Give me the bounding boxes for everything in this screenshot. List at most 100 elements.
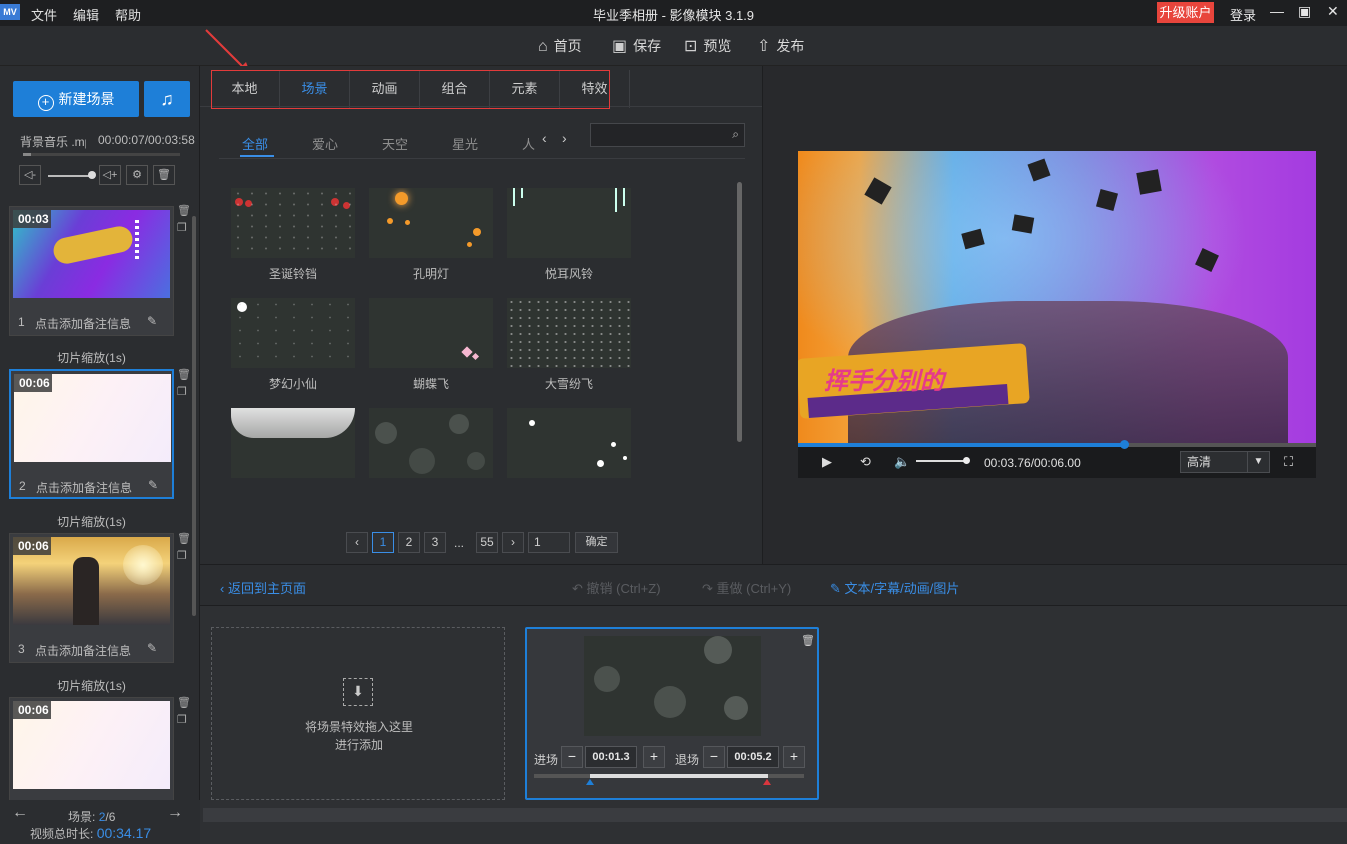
search-input[interactable]: ⌕ — [590, 123, 745, 147]
edit-icon[interactable]: ✎ — [147, 641, 157, 655]
new-scene-button[interactable]: + 新建场景 — [13, 81, 139, 117]
scene-card-2[interactable]: 00:06 2 点击添加备注信息 ✎ — [9, 369, 174, 499]
material-panel: 本地 场景 动画 组合 元素 特效 全部 爱心 天空 星光 人 ‹ › ⌕ 圣诞… — [200, 66, 762, 564]
home-icon: ⌂ — [538, 38, 548, 55]
fullscreen-icon[interactable]: ⛶ — [1284, 454, 1293, 470]
enter-time-input[interactable]: 00:01.3 — [585, 746, 637, 768]
copy-scene-icon[interactable]: ❐ — [177, 713, 187, 726]
back-home-link[interactable]: ‹ 返回到主页面 — [220, 578, 306, 597]
effect-drop-zone[interactable]: ⬇ 将场景特效拖入这里 进行添加 — [211, 627, 505, 800]
subtab-all[interactable]: 全部 — [242, 134, 268, 153]
exit-decrease-button[interactable]: − — [703, 746, 725, 768]
playback-progress[interactable] — [798, 440, 1316, 449]
delete-scene-icon[interactable]: 🗑 — [177, 532, 191, 545]
page-confirm-button[interactable]: 确定 — [575, 532, 618, 553]
scene-note[interactable]: 3 点击添加备注信息 ✎ — [10, 638, 175, 660]
edit-icon[interactable]: ✎ — [147, 314, 157, 328]
music-row: 背景音乐 .mp3 00:00:07/00:03:58 — [20, 133, 195, 150]
subtab-heart[interactable]: 爱心 — [312, 134, 338, 153]
trash-icon[interactable]: 🗑 — [153, 165, 175, 185]
scene-card-1[interactable]: 00:03 1 点击添加备注信息 ✎ — [9, 206, 174, 336]
exit-increase-button[interactable]: + — [783, 746, 805, 768]
maximize-icon[interactable]: ▣ — [1298, 3, 1311, 20]
music-progress[interactable] — [23, 153, 180, 156]
preview-video[interactable]: 挥手分别的 — [798, 151, 1316, 443]
redo-button[interactable]: ↷ 重做 (Ctrl+Y) — [702, 578, 791, 597]
preview-caption: 挥手分别的 — [824, 368, 944, 395]
arrow-right-icon[interactable]: → — [167, 804, 183, 822]
page-button-2[interactable]: 2 — [398, 532, 420, 553]
scene-note[interactable]: 1 点击添加备注信息 ✎ — [10, 311, 175, 333]
volume-icon[interactable]: 🔈 — [894, 454, 910, 470]
copy-scene-icon[interactable]: ❐ — [177, 549, 187, 562]
enter-decrease-button[interactable]: − — [561, 746, 583, 768]
player-volume-slider[interactable] — [916, 460, 968, 462]
exit-label: 退场 — [675, 753, 700, 767]
delete-scene-icon[interactable]: 🗑 — [177, 696, 191, 709]
player-controls: ▶ ⟲ 🔈 00:03.76/00:06.00 高清 ▼ ⛶ — [798, 440, 1316, 478]
close-icon[interactable]: ✕ — [1327, 3, 1339, 20]
subtab-sky[interactable]: 天空 — [382, 134, 408, 153]
scene-card-3[interactable]: 00:06 3 点击添加备注信息 ✎ — [9, 533, 174, 663]
page-prev-button[interactable]: ‹ — [346, 532, 368, 553]
scene-list-scrollbar[interactable] — [192, 216, 196, 616]
chevron-left-icon[interactable]: ‹ — [542, 130, 547, 146]
enter-increase-button[interactable]: + — [643, 746, 665, 768]
replay-icon[interactable]: ⟲ — [860, 454, 871, 470]
material-scrollbar[interactable] — [737, 182, 742, 442]
chevron-down-icon: ▼ — [1247, 452, 1269, 472]
enter-handle[interactable] — [586, 779, 594, 785]
transition-label[interactable]: 切片缩放(1s) — [9, 513, 174, 530]
subtab-people[interactable]: 人 — [522, 134, 535, 153]
scene-note[interactable]: 2 点击添加备注信息 ✎ — [11, 475, 176, 497]
login-link[interactable]: 登录 — [1230, 5, 1256, 24]
grid-label: 孔明灯 — [412, 267, 449, 281]
copy-scene-icon[interactable]: ❐ — [177, 385, 187, 398]
scene-card-4[interactable]: 00:06 — [9, 697, 174, 800]
effect-card[interactable]: 🗑 进场 − 00:01.3 + 退场 − 00:05.2 + — [525, 627, 819, 800]
minimize-icon[interactable]: — — [1270, 3, 1284, 19]
save-button[interactable]: ▣ 保存 — [612, 36, 661, 56]
volume-up-icon[interactable]: ◁+ — [99, 165, 121, 185]
music-time: 00:00:07/00:03:58 — [98, 133, 195, 147]
undo-button[interactable]: ↶ 撤销 (Ctrl+Z) — [572, 578, 661, 597]
home-button[interactable]: ⌂ 首页 — [538, 36, 582, 56]
gear-icon[interactable]: ⚙ — [126, 165, 148, 185]
player-volume-knob[interactable] — [963, 457, 970, 464]
scene-duration: 00:03 — [13, 210, 51, 228]
timeline-scrollbar[interactable] — [203, 808, 1347, 822]
effect-range-track[interactable] — [534, 774, 804, 778]
transition-label[interactable]: 切片缩放(1s) — [9, 677, 174, 694]
page-button-1[interactable]: 1 — [372, 532, 394, 553]
upgrade-button[interactable]: 升级账户 — [1157, 2, 1214, 23]
scene-duration: 00:06 — [13, 701, 51, 719]
page-next-button[interactable]: › — [502, 532, 524, 553]
transition-label[interactable]: 切片缩放(1s) — [9, 349, 174, 366]
volume-knob[interactable] — [88, 171, 96, 179]
preview-button[interactable]: ⊡ 预览 — [684, 36, 731, 56]
quality-select[interactable]: 高清 ▼ — [1180, 451, 1270, 473]
exit-handle[interactable] — [763, 779, 771, 785]
delete-scene-icon[interactable]: 🗑 — [177, 368, 191, 381]
page-button-55[interactable]: 55 — [476, 532, 498, 553]
volume-down-icon[interactable]: ◁- — [19, 165, 41, 185]
subtab-star[interactable]: 星光 — [452, 134, 478, 153]
edit-icon[interactable]: ✎ — [148, 478, 158, 492]
volume-slider[interactable] — [48, 175, 92, 177]
effect-timeline: ⬇ 将场景特效拖入这里 进行添加 🗑 进场 − 00:01.3 + 退场 − 00… — [200, 606, 1347, 844]
chevron-right-icon[interactable]: › — [562, 130, 567, 146]
exit-time-input[interactable]: 00:05.2 — [727, 746, 779, 768]
music-settings-button[interactable]: ♫ — [144, 81, 190, 117]
page-button-3[interactable]: 3 — [424, 532, 446, 553]
publish-button[interactable]: ⇧ 发布 — [757, 36, 804, 56]
page-input[interactable]: 1 — [528, 532, 570, 553]
upload-icon: ⇧ — [757, 38, 771, 55]
delete-scene-icon[interactable]: 🗑 — [177, 204, 191, 217]
arrow-left-icon[interactable]: ← — [12, 804, 28, 822]
play-icon[interactable]: ▶ — [822, 454, 832, 470]
delete-effect-icon[interactable]: 🗑 — [801, 634, 815, 647]
text-tool-button[interactable]: ✎ 文本/字幕/动画/图片 — [830, 578, 959, 597]
search-icon[interactable]: ⌕ — [732, 127, 739, 142]
grid-thumbnail — [231, 298, 355, 368]
copy-scene-icon[interactable]: ❐ — [177, 221, 187, 234]
